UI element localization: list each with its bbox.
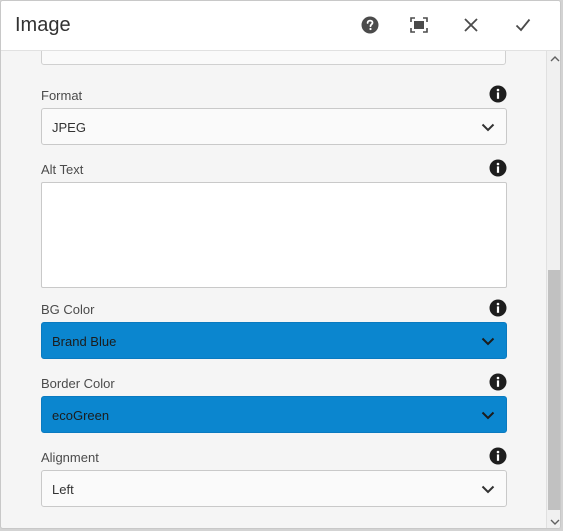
chevron-up-icon <box>550 56 560 62</box>
scroll-up-arrow[interactable] <box>547 51 560 67</box>
info-icon[interactable] <box>489 373 507 391</box>
close-button[interactable] <box>460 14 482 36</box>
help-button[interactable] <box>359 14 381 36</box>
previous-field[interactable] <box>41 51 506 65</box>
chevron-down-icon <box>481 337 495 346</box>
info-icon[interactable] <box>489 159 507 177</box>
vertical-scrollbar[interactable] <box>546 51 560 528</box>
scroll-down-arrow[interactable] <box>547 514 560 528</box>
close-icon <box>464 18 478 32</box>
chevron-down-icon <box>481 411 495 420</box>
alignment-label: Alignment <box>41 450 99 465</box>
done-button[interactable] <box>512 14 534 36</box>
fullscreen-icon <box>410 17 428 33</box>
info-icon[interactable] <box>489 447 507 465</box>
check-icon <box>515 18 531 32</box>
info-icon[interactable] <box>489 85 507 103</box>
format-value: JPEG <box>52 120 86 135</box>
info-icon[interactable] <box>489 299 507 317</box>
bg-color-select[interactable]: Brand Blue <box>41 322 507 359</box>
scrollbar-thumb[interactable] <box>548 270 560 510</box>
chevron-down-icon <box>481 123 495 132</box>
chevron-down-icon <box>481 485 495 494</box>
alt-text-label: Alt Text <box>41 162 84 177</box>
dialog-title: Image <box>15 14 71 36</box>
format-label: Format <box>41 88 83 103</box>
format-select[interactable]: JPEG <box>41 108 507 145</box>
dialog-header: Image <box>1 1 560 51</box>
fullscreen-button[interactable] <box>408 14 430 36</box>
border-color-label: Border Color <box>41 376 115 391</box>
border-color-value: ecoGreen <box>52 408 110 423</box>
image-dialog: Image Format JPEG Alt Text BG Color Bran… <box>0 0 561 529</box>
alignment-select[interactable]: Left <box>41 470 507 507</box>
border-color-select[interactable]: ecoGreen <box>41 396 507 433</box>
bg-color-value: Brand Blue <box>52 334 117 349</box>
alignment-value: Left <box>52 482 74 497</box>
chevron-down-icon <box>550 519 560 525</box>
help-icon <box>361 16 379 34</box>
alt-text-textarea[interactable] <box>41 182 507 288</box>
dialog-body: Format JPEG Alt Text BG Color Brand Blue… <box>1 51 546 528</box>
bg-color-label: BG Color <box>41 302 95 317</box>
